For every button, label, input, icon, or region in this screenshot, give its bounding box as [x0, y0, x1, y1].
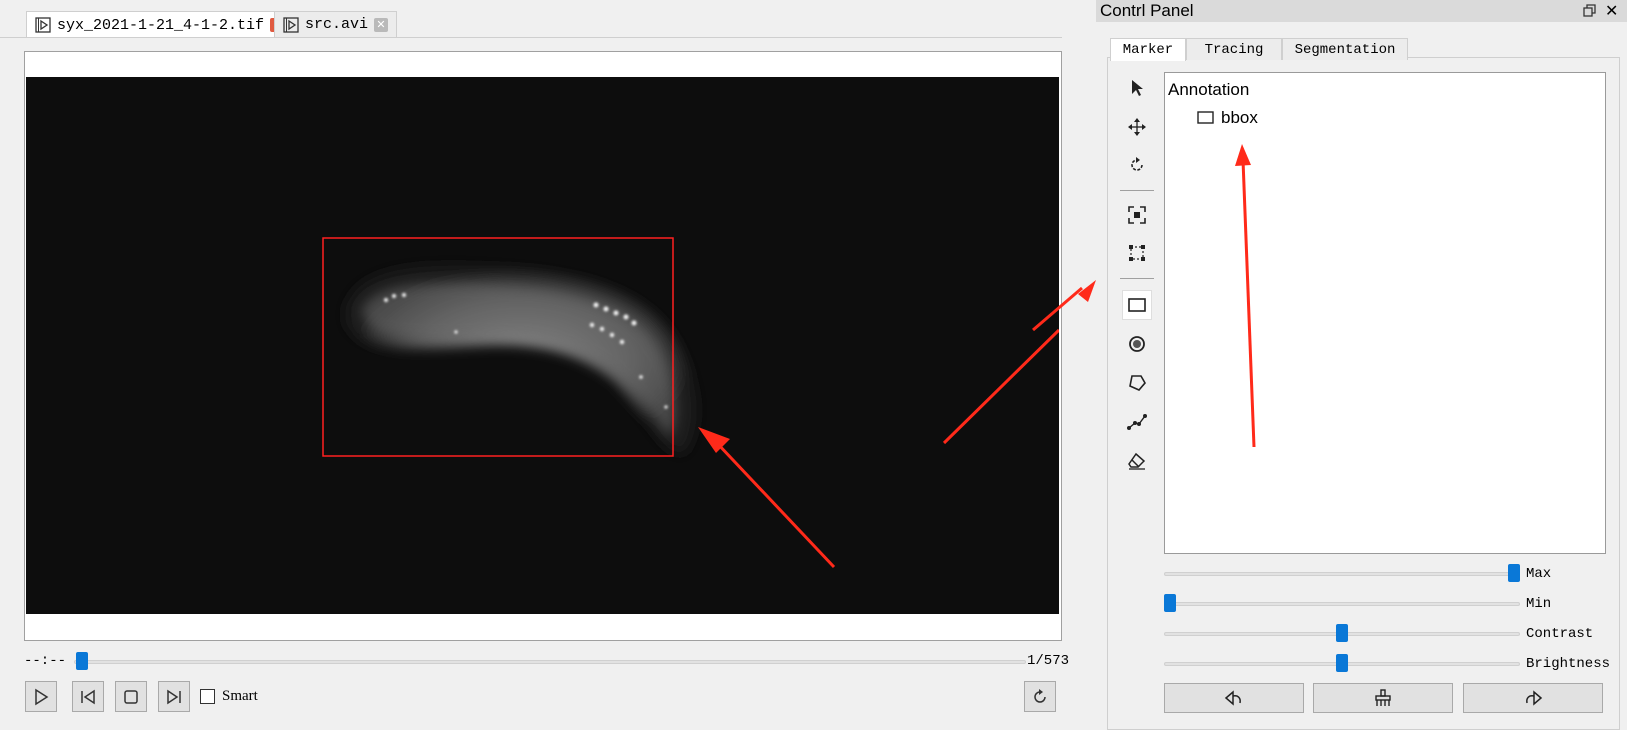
tool-separator — [1120, 190, 1154, 191]
panel-title: Contrl Panel — [1100, 1, 1194, 20]
frame-slider-handle[interactable] — [75, 652, 88, 670]
polyline-tool-button[interactable] — [1122, 407, 1152, 437]
frame-counter: 1/573 — [1027, 653, 1070, 669]
max-label: Max — [1526, 566, 1552, 582]
redo-icon — [1526, 690, 1543, 706]
refresh-icon — [1034, 688, 1046, 703]
tab-bar-divider — [0, 37, 1062, 38]
redo-button[interactable] — [1463, 683, 1603, 713]
clear-button[interactable] — [1313, 683, 1453, 713]
undo-button[interactable] — [1164, 683, 1304, 713]
min-slider-track[interactable] — [1164, 602, 1520, 606]
skip-back-icon — [81, 689, 95, 704]
smart-checkbox[interactable] — [200, 689, 215, 704]
rotate-tool-button[interactable] — [1122, 150, 1152, 180]
polygon-icon — [1129, 375, 1146, 391]
fit-view-icon — [1128, 206, 1146, 224]
tab-tracing[interactable]: Tracing — [1186, 38, 1282, 60]
tree-item-bbox[interactable]: bbox — [1221, 108, 1258, 128]
clear-icon — [1375, 689, 1391, 706]
tab-label: src.avi — [305, 16, 369, 33]
select-tool-button[interactable] — [1122, 73, 1152, 103]
annotation-arrow — [1235, 144, 1256, 448]
circle-tool-button[interactable] — [1122, 329, 1152, 359]
min-label: Min — [1526, 596, 1552, 612]
previous-frame-button[interactable] — [72, 681, 104, 712]
rectangle-icon — [1197, 111, 1214, 124]
tool-separator — [1120, 278, 1154, 279]
microscopy-image — [26, 77, 1059, 614]
play-button[interactable] — [25, 681, 57, 712]
region-select-button[interactable] — [1122, 238, 1152, 268]
rotate-icon — [1131, 157, 1143, 171]
reset-view-button[interactable] — [1024, 681, 1056, 712]
eraser-tool-button[interactable] — [1122, 446, 1152, 476]
rectangle-icon — [1128, 298, 1146, 312]
tab-label: syx_2021-1-21_4-1-2.tif — [57, 16, 265, 34]
eraser-icon — [1128, 452, 1146, 470]
min-slider-handle[interactable] — [1164, 594, 1176, 612]
max-slider-track[interactable] — [1164, 572, 1520, 576]
stop-icon — [124, 689, 138, 704]
polygon-tool-button[interactable] — [1122, 368, 1152, 398]
rectangle-tool-button[interactable] — [1122, 290, 1152, 320]
polyline-icon — [1127, 414, 1147, 430]
video-file-icon — [35, 17, 51, 33]
image-canvas[interactable] — [26, 77, 1059, 614]
contrast-slider-handle[interactable] — [1336, 624, 1348, 642]
max-slider-handle[interactable] — [1508, 564, 1520, 582]
close-icon[interactable]: ✕ — [374, 17, 389, 32]
move-icon — [1128, 118, 1146, 136]
tab-syx-tif[interactable]: syx_2021-1-21_4-1-2.tif ✕ — [26, 11, 294, 38]
select-region-icon — [1129, 245, 1145, 261]
close-icon[interactable]: ✕ — [1605, 1, 1618, 21]
contrast-label: Contrast — [1526, 626, 1594, 642]
tree-root-annotation[interactable]: Annotation — [1168, 80, 1249, 100]
frame-slider-track[interactable] — [74, 660, 1026, 664]
skip-forward-icon — [167, 689, 181, 704]
next-frame-button[interactable] — [158, 681, 190, 712]
undo-icon — [1224, 690, 1241, 706]
play-icon — [35, 688, 49, 705]
fit-view-button[interactable] — [1122, 200, 1152, 230]
tab-segmentation[interactable]: Segmentation — [1282, 38, 1408, 60]
tab-src-avi[interactable]: src.avi ✕ — [274, 11, 398, 37]
circle-icon — [1129, 336, 1145, 352]
stop-button[interactable] — [115, 681, 147, 712]
video-file-icon — [283, 16, 299, 33]
cursor-icon — [1132, 80, 1143, 96]
restore-icon[interactable] — [1583, 4, 1597, 18]
smart-label: Smart — [222, 688, 258, 704]
brightness-slider-handle[interactable] — [1336, 654, 1348, 672]
time-display: --:-- — [24, 653, 67, 669]
tab-marker[interactable]: Marker — [1110, 38, 1186, 61]
move-tool-button[interactable] — [1122, 112, 1152, 142]
control-panel-title-bar: Contrl Panel — [1096, 0, 1627, 22]
brightness-label: Brightness — [1526, 656, 1611, 672]
